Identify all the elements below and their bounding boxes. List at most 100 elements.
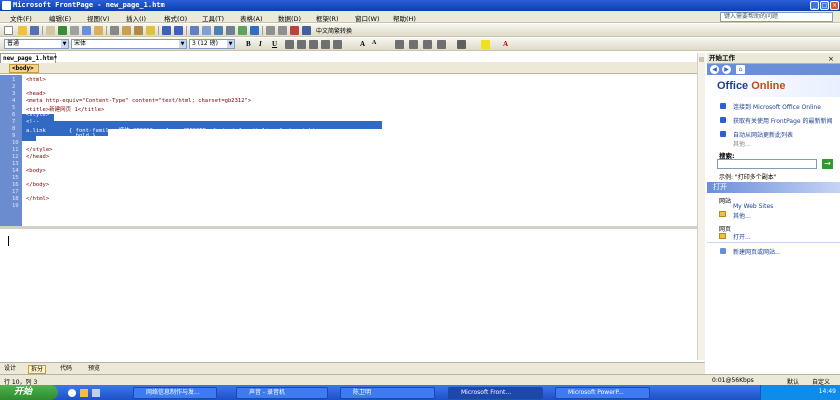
scroll-up-icon[interactable] [699, 57, 704, 62]
home-icon[interactable]: ⌂ [736, 65, 745, 74]
task-pane-title: 开始工作 [707, 53, 840, 64]
menu-tools[interactable]: 工具(T) [202, 13, 224, 23]
open-icon[interactable] [18, 26, 27, 35]
toggle-pane-icon[interactable] [58, 26, 67, 35]
page-open[interactable]: 打开... [733, 232, 751, 241]
link-auto-update[interactable]: 自动从网站更新此列表 [733, 130, 793, 139]
help-icon[interactable] [302, 26, 311, 35]
menu-file[interactable]: 文件(F) [10, 13, 32, 23]
menu-format[interactable]: 格式(O) [164, 13, 187, 23]
border-icon[interactable] [457, 40, 466, 49]
stop-icon[interactable] [278, 26, 287, 35]
forward-icon[interactable]: ▶ [722, 65, 731, 74]
redo-icon[interactable] [174, 26, 183, 35]
desktop-icon[interactable] [80, 389, 88, 397]
design-pane[interactable] [0, 229, 705, 360]
maximize-icon[interactable]: □ [820, 1, 829, 10]
tab-design[interactable]: 设计 [2, 365, 18, 374]
menu-frames[interactable]: 框架(R) [316, 13, 339, 23]
back-icon[interactable]: ◀ [710, 65, 719, 74]
copy-icon[interactable] [122, 26, 131, 35]
align-left-icon[interactable] [285, 40, 294, 49]
code-line: <meta http-equiv="Content-Type" content=… [26, 98, 252, 104]
size-select[interactable]: 3 (12 磅) ▼ [189, 39, 235, 49]
new-page-icon[interactable] [4, 26, 13, 35]
tab-code[interactable]: 代码 [58, 365, 74, 374]
insert-table-icon[interactable] [202, 26, 211, 35]
undo-icon[interactable] [162, 26, 171, 35]
bullets-icon[interactable] [409, 40, 418, 49]
convert-label[interactable]: 中文简繁转换 [316, 26, 352, 35]
task-button[interactable]: Microsoft Front... [448, 387, 543, 399]
link-more[interactable]: 其他... [733, 139, 751, 148]
menu-window[interactable]: 窗口(W) [355, 13, 380, 23]
menu-edit[interactable]: 编辑(E) [49, 13, 71, 23]
help-search-input[interactable]: 键入需要帮助的问题 [720, 12, 833, 22]
hyperlink-icon[interactable] [250, 26, 259, 35]
decrease-font-icon[interactable]: A [372, 40, 376, 46]
publish-icon[interactable] [46, 26, 55, 35]
underline-button[interactable]: U [272, 40, 277, 48]
highlight-icon[interactable] [481, 40, 490, 49]
search-example: 示例: "打印多个副本" [719, 174, 777, 181]
task-button[interactable]: 网络信息制作与发... [133, 387, 217, 399]
menu-data[interactable]: 数据(D) [278, 13, 301, 23]
show-all-icon[interactable] [290, 26, 299, 35]
spelling-icon[interactable] [94, 26, 103, 35]
print-icon[interactable] [70, 26, 79, 35]
body-tag-badge[interactable]: <body> [9, 64, 39, 73]
minimize-icon[interactable]: _ [810, 1, 819, 10]
tab-preview[interactable]: 预览 [86, 365, 102, 374]
new-page-or-site[interactable]: 新建网页或网站... [733, 247, 781, 256]
media-icon[interactable] [92, 389, 100, 397]
dir-icon[interactable] [333, 40, 342, 49]
task-pane-close-icon[interactable]: × [828, 55, 834, 63]
align-right-icon[interactable] [309, 40, 318, 49]
increase-indent-icon[interactable] [437, 40, 446, 49]
drawing-icon[interactable] [238, 26, 247, 35]
save-icon[interactable] [30, 26, 39, 35]
close-icon[interactable]: × [830, 1, 839, 10]
link-office-online[interactable]: 连接到 Microsoft Office Online [733, 102, 833, 111]
menu-insert[interactable]: 插入(I) [126, 13, 146, 23]
font-color-icon[interactable]: A [503, 40, 508, 48]
numbering-icon[interactable] [395, 40, 404, 49]
page-label: 网页 [719, 226, 732, 233]
cut-icon[interactable] [110, 26, 119, 35]
format-painter-icon[interactable] [146, 26, 155, 35]
task-button[interactable]: 陈卫明 [340, 387, 435, 399]
start-button[interactable]: 开始 [0, 385, 58, 400]
search-go-icon[interactable]: → [822, 159, 833, 169]
vertical-scrollbar[interactable] [697, 53, 705, 360]
refresh-icon[interactable] [266, 26, 275, 35]
preview-icon[interactable] [82, 26, 91, 35]
web-component-icon[interactable] [190, 26, 199, 35]
code-line: --> [26, 140, 36, 146]
site-more[interactable]: 其他... [733, 211, 751, 220]
insert-picture-icon[interactable] [226, 26, 235, 35]
font-select[interactable]: 宋体 ▼ [71, 39, 187, 49]
italic-button[interactable]: I [259, 40, 262, 48]
increase-font-icon[interactable]: A [360, 40, 365, 48]
menu-table[interactable]: 表格(A) [240, 13, 263, 23]
task-button[interactable]: 声音 - 录音机 [236, 387, 328, 399]
paste-icon[interactable] [134, 26, 143, 35]
code-line: </body> [26, 182, 50, 188]
style-select[interactable]: 普通 ▼ [4, 39, 69, 49]
document-tab[interactable]: new_page_1.htm* [0, 53, 57, 63]
site-my-web-sites[interactable]: My Web Sites [733, 203, 773, 210]
search-input[interactable] [717, 159, 817, 169]
tab-split[interactable]: 拆分 [28, 365, 47, 374]
menu-help[interactable]: 帮助(H) [393, 13, 416, 23]
ie-icon[interactable] [68, 389, 76, 397]
line-number: 9 [12, 133, 16, 139]
link-latest-news[interactable]: 获取有关使用 FrontPage 的最新新闻 [733, 116, 833, 125]
office-online-logo[interactable]: Office Online [717, 80, 785, 92]
menu-view[interactable]: 视图(V) [87, 13, 110, 23]
task-button[interactable]: Microsoft PowerP... [555, 387, 650, 399]
insert-layer-icon[interactable] [214, 26, 223, 35]
decrease-indent-icon[interactable] [423, 40, 432, 49]
justify-icon[interactable] [321, 40, 330, 49]
align-center-icon[interactable] [297, 40, 306, 49]
bold-button[interactable]: B [246, 40, 251, 48]
